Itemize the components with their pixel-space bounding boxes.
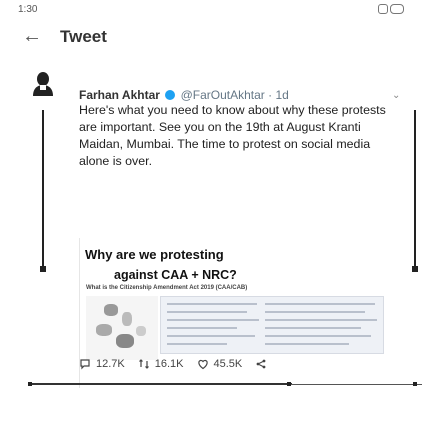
verified-icon: [165, 90, 176, 100]
author-name[interactable]: Farhan Akhtar: [79, 88, 160, 102]
avatar-image: [33, 72, 53, 96]
header: ← Tweet: [0, 24, 424, 54]
tweet-header: Farhan Akhtar @FarOutAkhtar · 1d: [79, 88, 289, 102]
separator-dot: ·: [268, 88, 273, 102]
illustration-shape: [116, 334, 134, 348]
doc-line: [265, 335, 371, 337]
retweet-button[interactable]: 16.1K: [138, 358, 184, 370]
illustration-shape: [96, 324, 112, 336]
doc-line: [167, 327, 237, 329]
signal-icon: [378, 4, 388, 14]
thread-line-right: [414, 110, 416, 268]
divider-right: [290, 384, 422, 385]
tweet-time: 1d: [275, 88, 289, 102]
like-button[interactable]: 45.5K: [197, 358, 243, 370]
avatar[interactable]: [28, 68, 58, 98]
retweet-icon: [138, 359, 149, 369]
like-count: 45.5K: [213, 358, 243, 370]
reply-icon: [80, 359, 90, 370]
doc-line: [265, 311, 365, 313]
heart-icon: [197, 359, 208, 370]
illustration-shape: [136, 326, 146, 336]
status-time: 1:30: [18, 4, 38, 15]
author-handle[interactable]: @FarOutAkhtar: [181, 88, 265, 102]
illustration-shape: [104, 304, 118, 316]
divider-dot: [413, 382, 417, 386]
doc-line: [167, 343, 227, 345]
doc-line: [265, 343, 349, 345]
doc-line: [265, 319, 377, 321]
chevron-down-icon[interactable]: ⌄: [392, 90, 400, 101]
divider-left: [30, 383, 292, 385]
share-button[interactable]: [255, 358, 267, 370]
reply-count: 12.7K: [96, 358, 125, 370]
card-document-image: [160, 296, 384, 354]
thread-dot-left: [40, 266, 46, 272]
status-bar: 1:30: [0, 0, 424, 22]
thread-dot-right: [412, 266, 418, 272]
divider-dot: [28, 382, 32, 386]
tweet-actions: 12.7K 16.1K 45.5K: [79, 358, 280, 370]
page-title: Tweet: [60, 27, 107, 46]
illustration-shape: [122, 312, 132, 326]
tweet-text: Here's what you need to know about why t…: [79, 103, 386, 168]
doc-line: [167, 303, 257, 305]
doc-line: [167, 311, 247, 313]
doc-line: [167, 335, 255, 337]
card-subtitle: What is the Citizenship Amendment Act 20…: [86, 285, 248, 291]
doc-line: [265, 303, 375, 305]
card-illustration: [86, 296, 158, 360]
divider-dot: [287, 382, 291, 386]
back-arrow-icon[interactable]: ←: [22, 26, 42, 46]
share-icon: [256, 359, 266, 369]
reply-button[interactable]: 12.7K: [79, 358, 125, 370]
thread-line-left: [42, 110, 44, 268]
doc-line: [167, 319, 259, 321]
card-title-line-2: against CAA + NRC?: [114, 268, 237, 282]
doc-line: [265, 327, 361, 329]
battery-icon: [390, 4, 404, 14]
card-title-line-1: Why are we protesting: [85, 247, 224, 262]
retweet-count: 16.1K: [154, 358, 184, 370]
